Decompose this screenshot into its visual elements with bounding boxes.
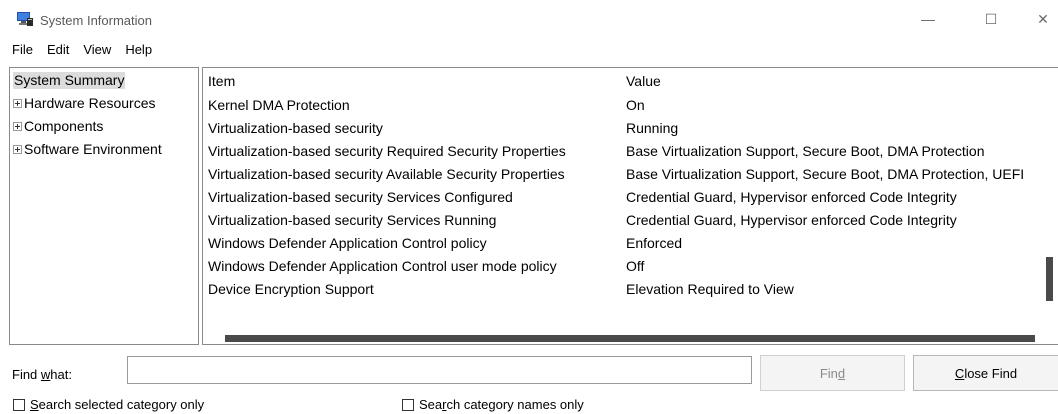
minimize-button[interactable]: — — [905, 0, 951, 38]
search-selected-category-checkbox[interactable] — [13, 398, 25, 411]
item-cell: Device Encryption Support — [208, 281, 374, 297]
menu-file[interactable]: File — [0, 42, 40, 57]
value-cell: Base Virtualization Support, Secure Boot… — [626, 143, 985, 159]
tree-item-label: Hardware Resources — [24, 95, 156, 111]
expand-icon[interactable] — [13, 145, 22, 154]
close-icon: ✕ — [1037, 10, 1049, 27]
value-cell: Credential Guard, Hypervisor enforced Co… — [626, 212, 957, 228]
title-bar: System Information — ☐ ✕ — [0, 0, 1058, 40]
find-what-label: Find what: — [12, 367, 72, 382]
search-category-names-label: Search category names only — [419, 397, 584, 412]
menu-edit[interactable]: Edit — [40, 42, 76, 57]
item-cell: Virtualization-based security Services C… — [208, 189, 513, 205]
item-cell: Kernel DMA Protection — [208, 97, 350, 113]
search-selected-category-option[interactable]: Search selected category only — [13, 397, 204, 412]
table-row[interactable]: Windows Defender Application Control use… — [203, 258, 1058, 281]
menu-bar: File Edit View Help — [0, 38, 300, 60]
expand-icon[interactable] — [13, 122, 22, 131]
tree-item-components[interactable]: Components — [13, 118, 103, 135]
maximize-icon: ☐ — [984, 10, 998, 27]
value-cell: Credential Guard, Hypervisor enforced Co… — [626, 189, 957, 205]
value-cell: Base Virtualization Support, Secure Boot… — [626, 166, 1025, 182]
system-information-app-icon — [17, 12, 33, 26]
column-header-item[interactable]: Item — [208, 73, 235, 89]
menu-view[interactable]: View — [76, 42, 118, 57]
find-what-input[interactable] — [127, 356, 752, 384]
tree-item-system-summary[interactable]: System Summary — [13, 72, 126, 89]
value-cell: Off — [626, 258, 645, 274]
column-header-value[interactable]: Value — [626, 73, 661, 89]
maximize-button[interactable]: ☐ — [968, 0, 1014, 38]
tree-item-hardware-resources[interactable]: Hardware Resources — [13, 95, 156, 112]
search-category-names-checkbox[interactable] — [402, 398, 414, 411]
tree-item-label: Components — [24, 118, 104, 134]
table-row[interactable]: Virtualization-based security Services R… — [203, 212, 1058, 235]
table-row[interactable]: Windows Defender Application Control pol… — [203, 235, 1058, 258]
item-cell: Windows Defender Application Control pol… — [208, 235, 487, 251]
value-cell: On — [626, 97, 645, 113]
search-selected-category-label: Search selected category only — [30, 397, 205, 412]
table-row[interactable]: Device Encryption Support Elevation Requ… — [203, 281, 1058, 304]
value-cell: Running — [626, 120, 679, 136]
value-cell: Enforced — [626, 235, 683, 251]
horizontal-scrollbar-thumb[interactable] — [225, 335, 1035, 342]
close-find-button[interactable]: Close Find — [913, 355, 1058, 391]
item-cell: Virtualization-based security — [208, 120, 383, 136]
table-row[interactable]: Virtualization-based security Running — [203, 120, 1058, 143]
table-row[interactable]: Virtualization-based security Available … — [203, 166, 1058, 189]
item-cell: Windows Defender Application Control use… — [208, 258, 557, 274]
details-list[interactable]: Item Value Kernel DMA Protection On Virt… — [202, 67, 1058, 345]
minimize-icon: — — [921, 11, 935, 27]
tree-item-software-environment[interactable]: Software Environment — [13, 141, 162, 158]
table-row[interactable]: Virtualization-based security Services C… — [203, 189, 1058, 212]
vertical-scrollbar-thumb[interactable] — [1046, 257, 1053, 301]
table-row[interactable]: Kernel DMA Protection On — [203, 97, 1058, 120]
menu-help[interactable]: Help — [118, 42, 159, 57]
item-cell: Virtualization-based security Services R… — [208, 212, 497, 228]
value-cell: Elevation Required to View — [626, 281, 794, 297]
window-title: System Information — [40, 13, 152, 28]
expand-icon[interactable] — [13, 99, 22, 108]
category-tree[interactable]: System Summary Hardware Resources Compon… — [9, 67, 199, 345]
item-cell: Virtualization-based security Required S… — [208, 143, 566, 159]
item-cell: Virtualization-based security Available … — [208, 166, 565, 182]
search-category-names-option[interactable]: Search category names only — [402, 397, 584, 412]
find-button[interactable]: Fin d — [760, 355, 905, 391]
tree-item-label: Software Environment — [24, 141, 162, 157]
close-button[interactable]: ✕ — [1020, 0, 1058, 38]
table-row[interactable]: Virtualization-based security Required S… — [203, 143, 1058, 166]
